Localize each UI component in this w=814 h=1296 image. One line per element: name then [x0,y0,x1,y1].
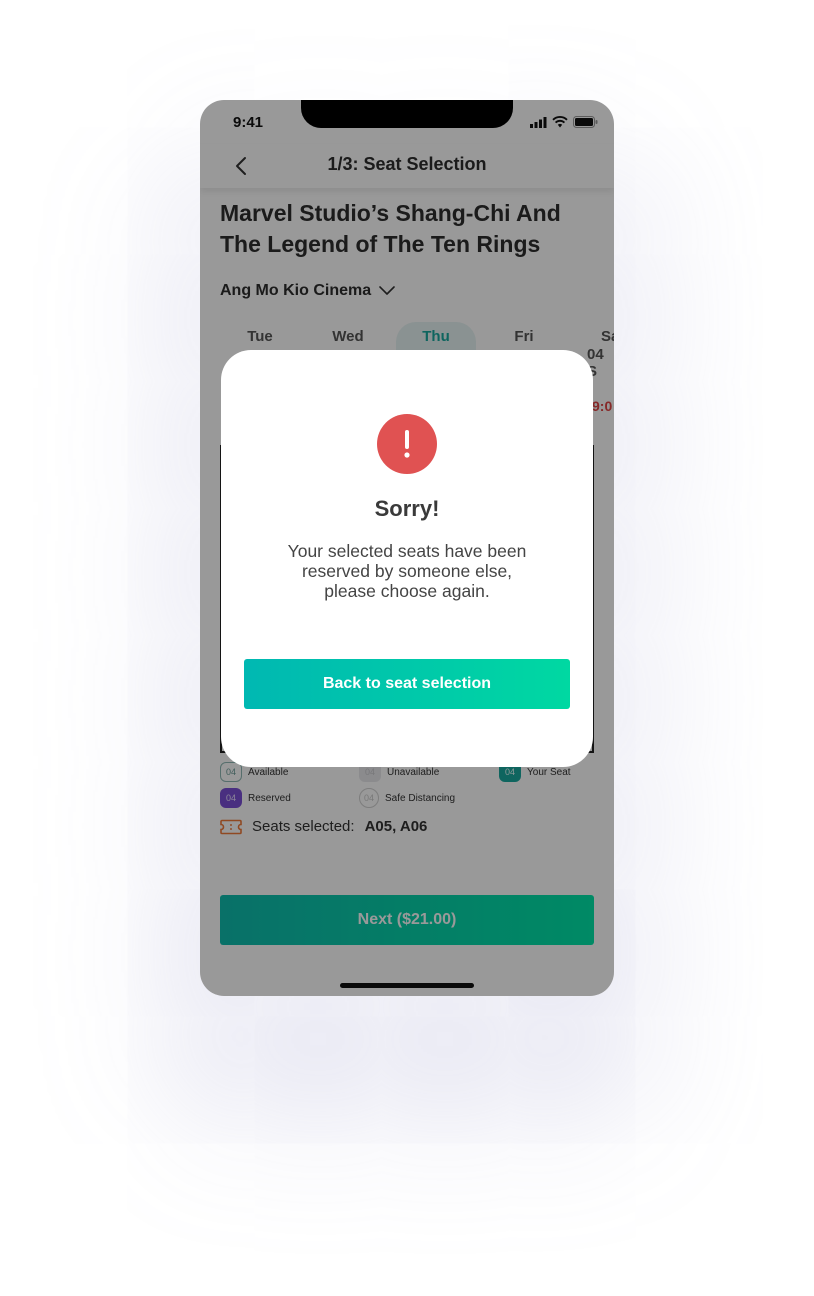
notch [301,100,513,128]
modal-message-line-1: Your selected seats have been [287,541,527,561]
modal-title: Sorry! [374,496,440,521]
back-to-seat-selection-button[interactable]: Back to seat selection [244,659,570,709]
modal-message-line-3: please choose again. [324,581,490,601]
exclamation-icon [377,414,437,474]
error-modal: Sorry! Your selected seats have been res… [221,350,593,767]
modal-message-line-2: reserved by someone else, [301,561,513,581]
modal-message: Your selected seats have been reserved b… [257,541,557,601]
